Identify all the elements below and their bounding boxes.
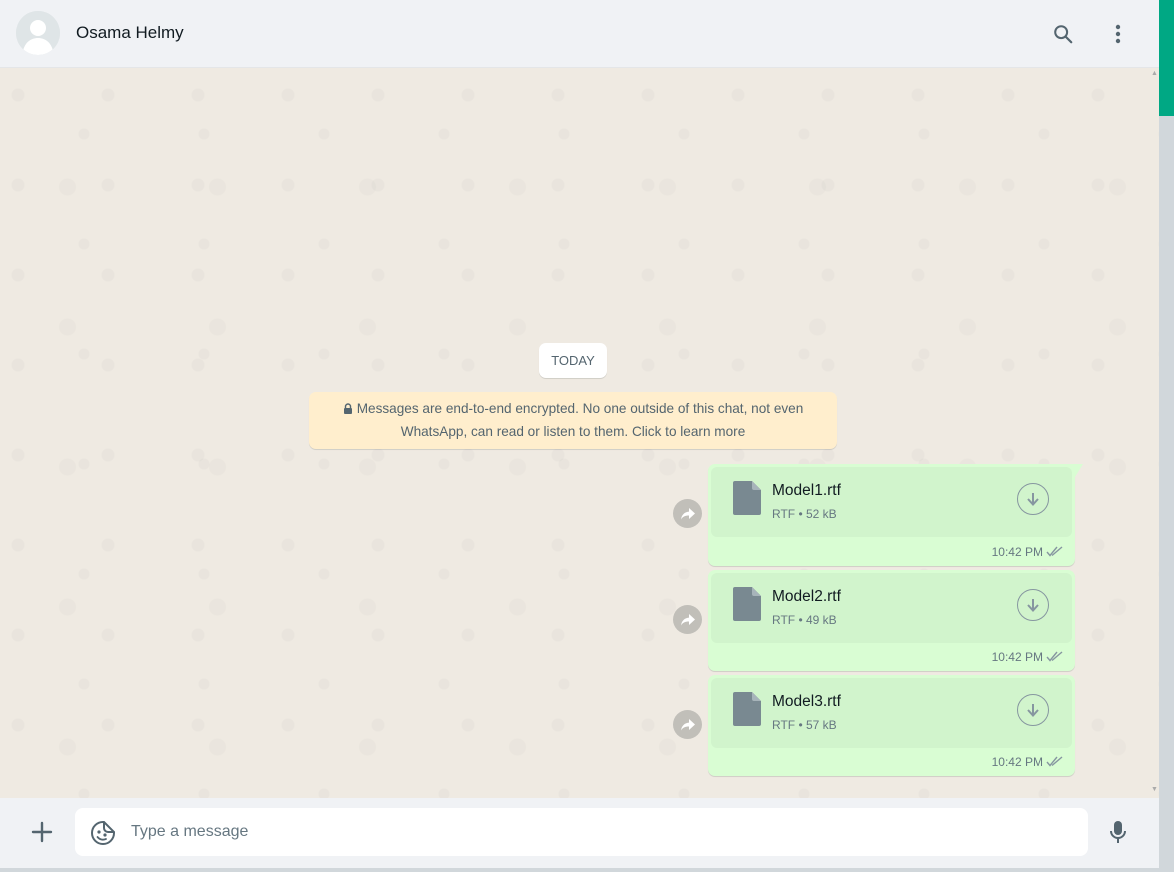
forward-button[interactable] — [673, 605, 702, 634]
scrollbar[interactable] — [1149, 68, 1159, 798]
scroll-down-arrow-icon[interactable]: ▼ — [1151, 786, 1158, 793]
download-button[interactable] — [1017, 483, 1049, 515]
bubble-tail — [1075, 464, 1083, 477]
encryption-notice[interactable]: Messages are end-to-end encrypted. No on… — [309, 392, 837, 449]
date-separator: TODAY — [539, 343, 607, 378]
document-file-icon — [733, 481, 761, 515]
scroll-up-arrow-icon[interactable]: ▲ — [1151, 70, 1158, 77]
file-name: Model3.rtf — [772, 693, 841, 710]
file-name: Model2.rtf — [772, 588, 841, 605]
chat-window: Osama Helmy ▲ ▼ TODAY Messages are end-t… — [0, 0, 1159, 868]
chat-header: Osama Helmy — [0, 0, 1159, 68]
double-check-icon — [1046, 651, 1063, 662]
forward-button[interactable] — [673, 710, 702, 739]
message-input[interactable] — [131, 818, 1071, 846]
document-attachment[interactable]: Model2.rtf RTF • 49 kB — [711, 573, 1072, 643]
sticker-icon[interactable] — [90, 820, 116, 846]
file-meta: RTF • 49 kB — [772, 613, 837, 627]
menu-button[interactable] — [1102, 18, 1134, 50]
composer-bar — [0, 798, 1159, 868]
download-button[interactable] — [1017, 589, 1049, 621]
download-arrow-icon — [1027, 704, 1039, 717]
forward-icon — [680, 613, 695, 625]
document-attachment[interactable]: Model3.rtf RTF • 57 kB — [711, 678, 1072, 748]
download-arrow-icon — [1027, 599, 1039, 612]
message-input-box — [75, 808, 1088, 856]
file-meta: RTF • 57 kB — [772, 718, 837, 732]
search-button[interactable] — [1047, 18, 1079, 50]
file-meta: RTF • 52 kB — [772, 507, 837, 521]
download-button[interactable] — [1017, 694, 1049, 726]
lock-icon — [343, 403, 352, 414]
message-bubble[interactable]: Model1.rtf RTF • 52 kB 10:42 PM — [708, 464, 1083, 566]
double-check-icon — [1046, 546, 1063, 557]
voice-message-button[interactable] — [1104, 816, 1132, 848]
forward-icon — [680, 718, 695, 730]
search-icon — [1054, 25, 1073, 44]
download-arrow-icon — [1027, 493, 1039, 506]
forward-icon — [680, 507, 695, 519]
contact-name[interactable]: Osama Helmy — [76, 23, 184, 43]
message-time: 10:42 PM — [991, 650, 1043, 664]
vertical-dots-icon — [1115, 24, 1121, 44]
document-file-icon — [733, 692, 761, 726]
accent-scroll-indicator — [1159, 0, 1174, 116]
microphone-icon — [1110, 821, 1126, 843]
message-bubble[interactable]: Model2.rtf RTF • 49 kB 10:42 PM — [708, 570, 1075, 671]
message-time: 10:42 PM — [991, 545, 1043, 559]
message-bubble[interactable]: Model3.rtf RTF • 57 kB 10:42 PM — [708, 675, 1075, 776]
plus-icon — [31, 821, 53, 843]
message-time: 10:42 PM — [991, 755, 1043, 769]
attach-button[interactable] — [26, 816, 58, 848]
file-name: Model1.rtf — [772, 482, 841, 499]
default-avatar-icon[interactable] — [16, 11, 60, 55]
encryption-notice-text: Messages are end-to-end encrypted. No on… — [356, 401, 804, 439]
document-file-icon — [733, 587, 761, 621]
double-check-icon — [1046, 756, 1063, 767]
document-attachment[interactable]: Model1.rtf RTF • 52 kB — [711, 467, 1072, 537]
forward-button[interactable] — [673, 499, 702, 528]
